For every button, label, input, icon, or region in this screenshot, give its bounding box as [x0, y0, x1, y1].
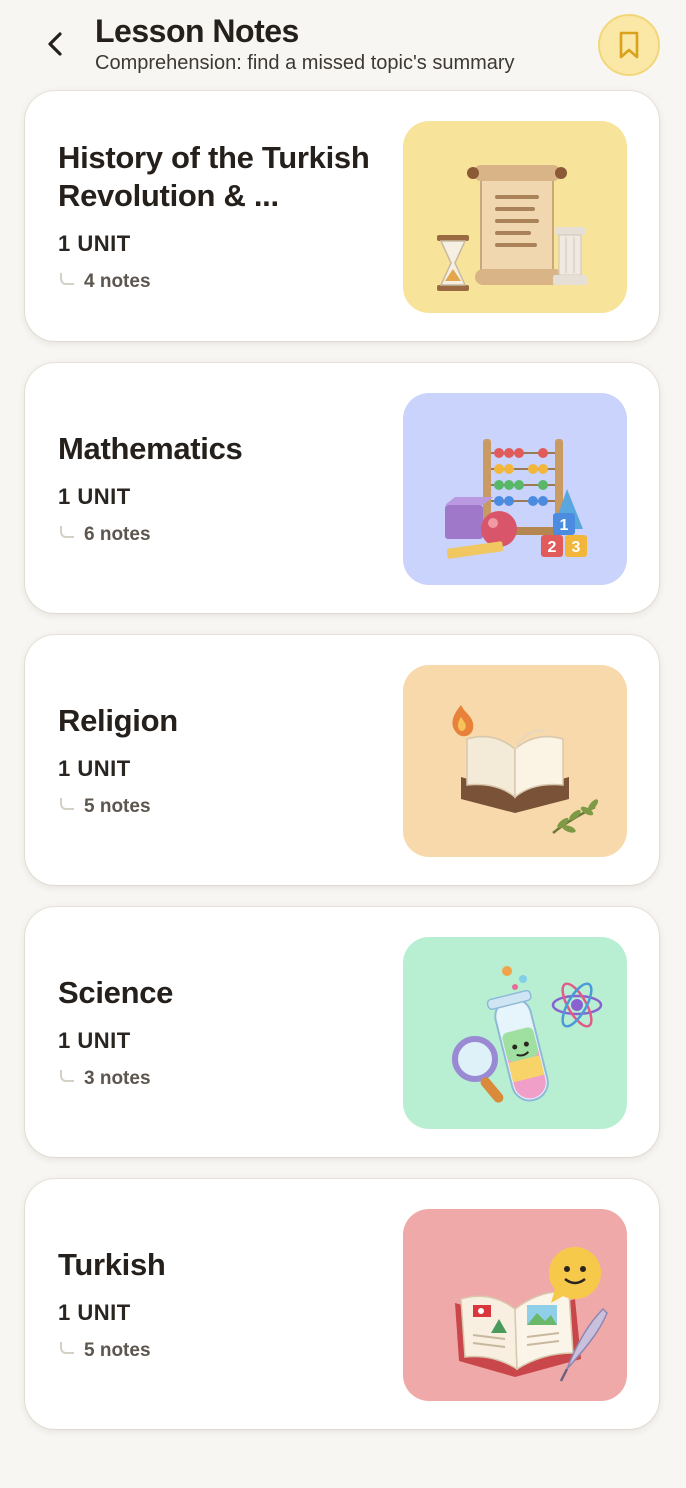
scroll-hourglass-column-icon — [403, 121, 627, 313]
lesson-card-text: Mathematics 1 UNIT 6 notes — [58, 363, 389, 613]
svg-text:2: 2 — [548, 539, 557, 556]
lesson-units: 1 UNIT — [58, 231, 131, 256]
lesson-title: Religion — [58, 703, 178, 738]
lesson-title: Science — [58, 975, 174, 1010]
lesson-card-text: Religion 1 UNIT 5 notes — [58, 635, 389, 885]
page-title: Lesson Notes — [95, 13, 299, 49]
lesson-card-mathematics[interactable]: Mathematics 1 UNIT 6 notes 1 2 3 — [25, 363, 659, 613]
lesson-notes: 4 notes — [58, 271, 389, 293]
lesson-notes-count: 4 notes — [84, 271, 151, 292]
lesson-units: 1 UNIT — [58, 1300, 131, 1325]
branch-connector-icon — [60, 1070, 74, 1082]
back-button[interactable] — [34, 22, 78, 66]
test-tube-atom-icon — [403, 937, 627, 1129]
branch-connector-icon — [60, 526, 74, 538]
title-block: Lesson Notes Comprehension: find a misse… — [95, 12, 515, 76]
lesson-card-science[interactable]: Science 1 UNIT 3 notes — [25, 907, 659, 1157]
bookmark-icon — [619, 31, 639, 59]
lesson-notes: 6 notes — [58, 524, 389, 546]
lesson-title: History of the Turkish Revolution & ... — [58, 140, 370, 213]
lesson-notes-count: 6 notes — [84, 524, 151, 545]
lesson-card-text: Science 1 UNIT 3 notes — [58, 907, 389, 1157]
lesson-notes: 5 notes — [58, 1340, 389, 1362]
lesson-card-religion[interactable]: Religion 1 UNIT 5 notes — [25, 635, 659, 885]
lesson-title: Mathematics — [58, 431, 243, 466]
storybook-quill-icon — [403, 1209, 627, 1401]
lesson-title: Turkish — [58, 1247, 166, 1282]
abacus-shapes-icon: 1 2 3 — [403, 393, 627, 585]
chevron-left-icon — [48, 32, 62, 56]
bookmark-button[interactable] — [598, 14, 660, 76]
lesson-units: 1 UNIT — [58, 756, 131, 781]
page-subtitle: Comprehension: find a missed topic's sum… — [95, 52, 515, 74]
lesson-notes: 3 notes — [58, 1068, 389, 1090]
open-book-flame-icon — [403, 665, 627, 857]
lesson-card-history[interactable]: History of the Turkish Revolution & ... … — [25, 91, 659, 341]
svg-text:3: 3 — [572, 539, 581, 556]
lesson-notes-count: 5 notes — [84, 796, 151, 817]
lesson-card-turkish[interactable]: Turkish 1 UNIT 5 notes — [25, 1179, 659, 1429]
header: Lesson Notes Comprehension: find a misse… — [0, 0, 686, 90]
lesson-card-text: History of the Turkish Revolution & ... … — [58, 91, 389, 341]
lesson-notes-count: 5 notes — [84, 1340, 151, 1361]
branch-connector-icon — [60, 273, 74, 285]
lesson-card-text: Turkish 1 UNIT 5 notes — [58, 1179, 389, 1429]
svg-text:1: 1 — [560, 517, 569, 534]
lesson-units: 1 UNIT — [58, 1028, 131, 1053]
lesson-list: History of the Turkish Revolution & ... … — [25, 91, 659, 1451]
lesson-notes-count: 3 notes — [84, 1068, 151, 1089]
branch-connector-icon — [60, 1342, 74, 1354]
branch-connector-icon — [60, 798, 74, 810]
lesson-units: 1 UNIT — [58, 484, 131, 509]
lesson-notes: 5 notes — [58, 796, 389, 818]
